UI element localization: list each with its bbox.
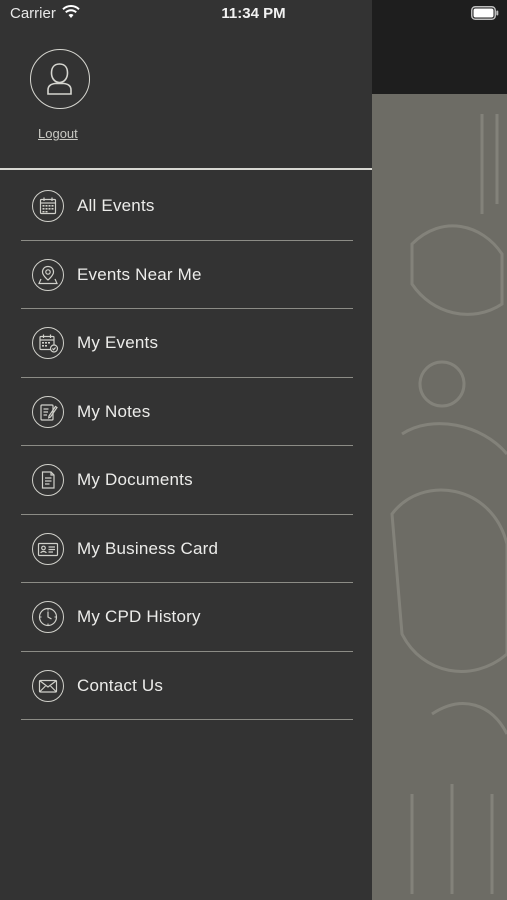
navigation-drawer: Logout All Events Events Near Me My Even… [0,0,372,900]
menu-item-my-notes[interactable]: My Notes [21,378,353,446]
menu-item-contact-us[interactable]: Contact Us [21,652,353,720]
menu-item-label: All Events [77,196,155,215]
profile-divider [0,168,372,170]
document-icon [32,464,64,496]
notepad-pencil-icon [32,395,64,428]
menu-item-my-events[interactable]: My Events [21,309,353,378]
location-pin-icon [32,258,64,291]
calendar-check-icon [32,327,64,359]
menu-item-all-events[interactable]: All Events [21,172,353,241]
menu-item-label: My Business Card [77,538,219,558]
menu-item-label: My Events [77,333,159,352]
menu-item-label: My CPD History [77,607,201,626]
menu-item-label: Events Near Me [77,264,202,284]
menu-item-label: Contact Us [77,675,164,695]
battery-icon [471,6,499,20]
menu-item-my-business-card[interactable]: My Business Card [21,515,353,583]
user-avatar-icon[interactable] [30,49,90,109]
background-pattern [390,114,507,894]
logout-link[interactable]: Logout [38,126,78,141]
menu-item-label: My Notes [77,401,151,421]
business-card-icon [32,532,64,565]
clock-icon [32,601,64,633]
menu-item-events-near-me[interactable]: Events Near Me [21,241,353,309]
drawer-menu: All Events Events Near Me My Events My N… [21,172,353,720]
status-bar: Carrier 11:34 PM [0,0,507,28]
envelope-icon [32,669,64,702]
menu-item-my-documents[interactable]: My Documents [21,446,353,515]
menu-item-label: My Documents [77,470,193,489]
menu-item-my-cpd-history[interactable]: My CPD History [21,583,353,652]
status-time: 11:34 PM [221,5,286,22]
calendar-icon [32,190,64,222]
